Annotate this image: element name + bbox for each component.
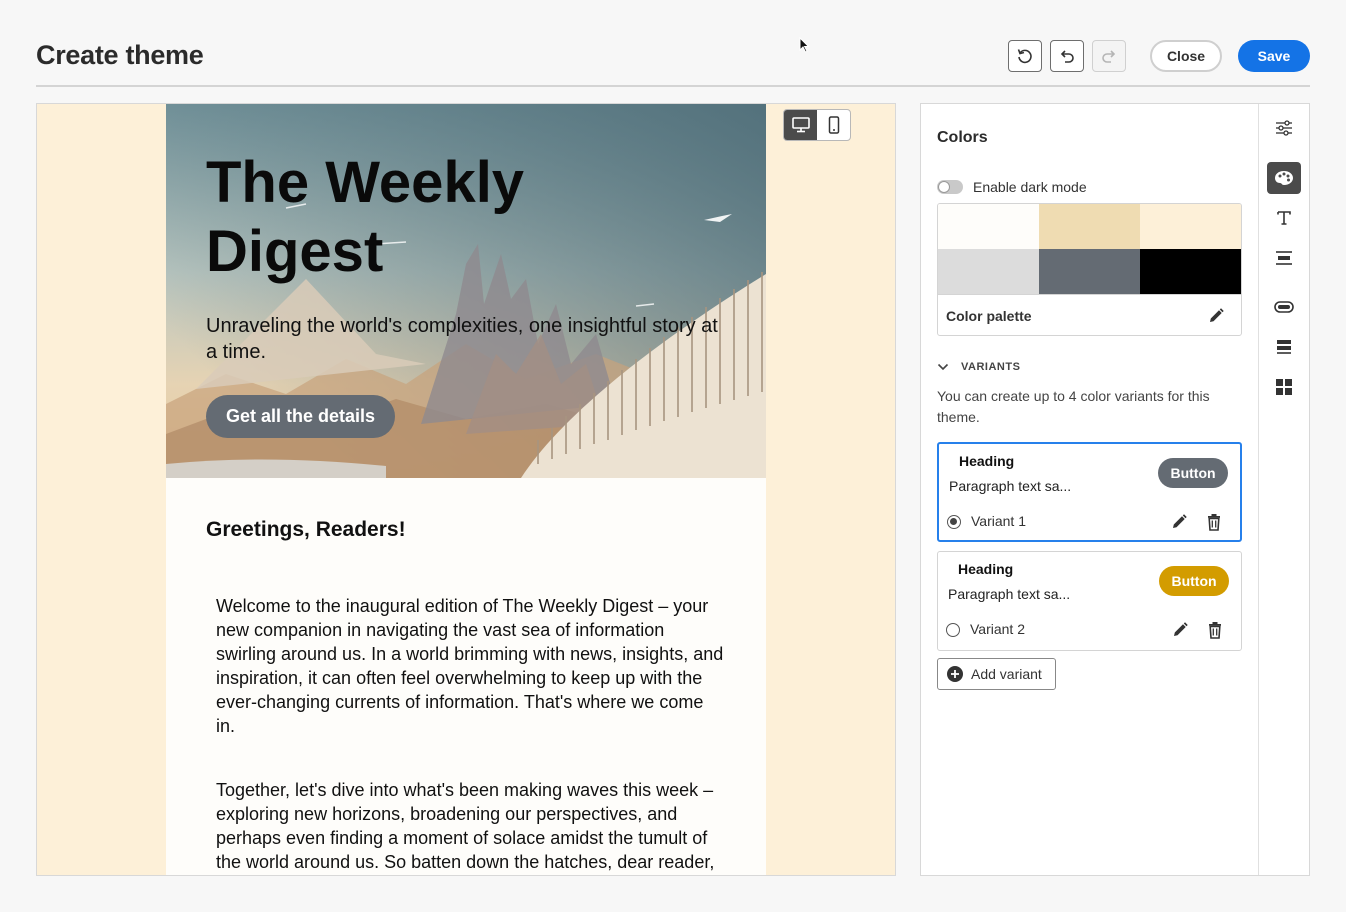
desktop-icon (791, 117, 810, 133)
rail-typography-button[interactable] (1267, 202, 1301, 234)
add-variant-label: Add variant (971, 666, 1042, 682)
variants-section-header[interactable]: VARIANTS (937, 361, 1020, 373)
variant-button-sample: Button (1158, 458, 1228, 488)
mobile-view-button[interactable] (817, 110, 850, 140)
panel-title: Colors (937, 129, 988, 146)
header-divider (36, 85, 1310, 87)
palette-swatch (938, 204, 1039, 250)
palette-swatch (1039, 204, 1140, 250)
variant-paragraph-sample: Paragraph text sa... (948, 586, 1071, 602)
spacing-icon (1276, 251, 1292, 265)
rail-settings-button[interactable] (1267, 112, 1301, 144)
hero-section: The Weekly Digest Unraveling the world's… (166, 104, 766, 478)
pencil-icon[interactable] (1170, 513, 1188, 531)
save-button[interactable]: Save (1238, 40, 1310, 72)
email-preview-canvas: The Weekly Digest Unraveling the world's… (36, 103, 896, 876)
trash-icon[interactable] (1206, 513, 1222, 531)
variant-heading-sample: Heading (958, 561, 1014, 577)
rail-colors-button[interactable] (1267, 162, 1301, 194)
text-icon (1277, 211, 1291, 225)
theme-settings-panel: Colors Enable dark mode Color palette VA… (920, 103, 1310, 876)
panel-divider (1258, 104, 1259, 875)
chevron-down-icon (937, 363, 949, 371)
undo-icon (1060, 50, 1074, 63)
variant-radio[interactable] (946, 623, 960, 637)
device-toggle (783, 109, 851, 141)
button-icon (1274, 301, 1294, 313)
palette-swatch (938, 249, 1039, 295)
rail-buttons-button[interactable] (1267, 291, 1301, 323)
variant-button-sample: Button (1159, 566, 1229, 596)
desktop-view-button[interactable] (784, 110, 817, 140)
palette-swatch (1039, 249, 1140, 295)
hero-cta-button[interactable]: Get all the details (206, 395, 395, 438)
pencil-icon[interactable] (1207, 307, 1225, 325)
add-variant-button[interactable]: Add variant (937, 658, 1056, 690)
variants-description: You can create up to 4 color variants fo… (937, 388, 1210, 425)
rail-components-button[interactable] (1267, 371, 1301, 403)
variant-heading-sample: Heading (959, 453, 1015, 469)
redo-button[interactable] (1092, 40, 1126, 72)
variant-name: Variant 2 (970, 621, 1025, 637)
email-paragraph: Together, let's dive into what's been ma… (216, 780, 715, 872)
rail-layout-button[interactable] (1267, 331, 1301, 363)
color-palette-label: Color palette (946, 308, 1032, 324)
variant-name: Variant 1 (971, 513, 1026, 529)
palette-divider (938, 294, 1241, 295)
variant-card[interactable]: Heading Paragraph text sa... Button Vari… (937, 442, 1242, 542)
color-palette-card[interactable]: Color palette (937, 203, 1242, 336)
close-button[interactable]: Close (1150, 40, 1222, 72)
palette-icon (1275, 171, 1293, 185)
hero-title: The Weekly Digest (206, 150, 525, 284)
pencil-icon[interactable] (1171, 621, 1189, 639)
variant-radio[interactable] (947, 515, 961, 529)
undo-button[interactable] (1050, 40, 1084, 72)
hero-subtitle: Unraveling the world's complexities, one… (206, 315, 718, 363)
palette-swatch (1140, 249, 1241, 295)
email-greeting: Greetings, Readers! (206, 518, 406, 541)
reset-button[interactable] (1008, 40, 1042, 72)
plus-circle-icon (947, 666, 963, 682)
mobile-icon (828, 116, 839, 134)
components-grid-icon (1276, 379, 1292, 395)
variant-card[interactable]: Heading Paragraph text sa... Button Vari… (937, 551, 1242, 651)
dark-mode-label: Enable dark mode (973, 179, 1087, 195)
dark-mode-toggle[interactable] (937, 180, 963, 194)
redo-icon (1102, 50, 1116, 63)
reset-icon (1017, 49, 1032, 64)
layout-icon (1277, 340, 1291, 354)
email-body: The Weekly Digest Unraveling the world's… (166, 104, 766, 875)
variants-label: VARIANTS (961, 361, 1021, 373)
mouse-cursor-icon (799, 37, 810, 53)
variant-paragraph-sample: Paragraph text sa... (949, 478, 1072, 494)
palette-swatch (1140, 204, 1241, 250)
trash-icon[interactable] (1207, 621, 1223, 639)
rail-spacing-button[interactable] (1267, 242, 1301, 274)
settings-sliders-icon (1276, 120, 1292, 136)
email-paragraph: Welcome to the inaugural edition of The … (216, 596, 724, 736)
page-title: Create theme (36, 40, 204, 70)
